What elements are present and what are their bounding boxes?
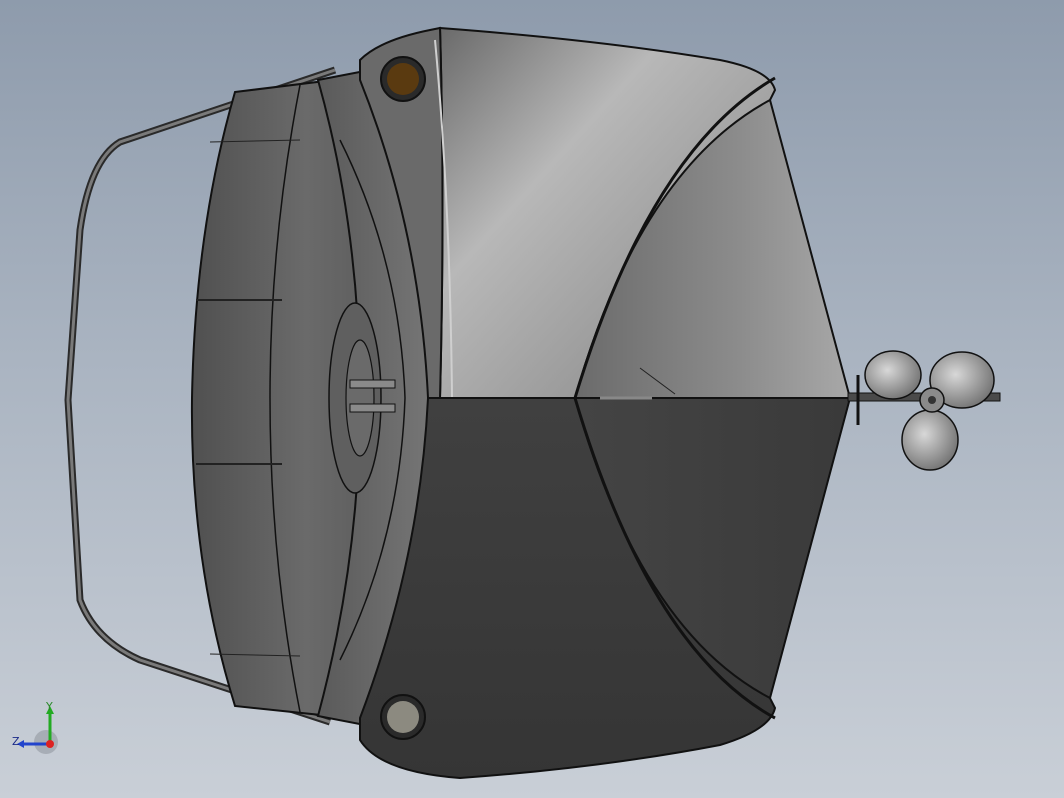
porthole-top <box>380 56 426 102</box>
porthole-bottom <box>380 694 426 740</box>
z-axis-label: Z <box>12 735 20 748</box>
graphics-viewport[interactable]: Y Z <box>0 0 1064 798</box>
3d-model-view[interactable] <box>0 0 1064 798</box>
y-axis-label: Y <box>46 700 53 713</box>
propeller <box>864 350 995 471</box>
x-axis-dot <box>46 740 54 748</box>
axis-triad <box>17 706 58 754</box>
